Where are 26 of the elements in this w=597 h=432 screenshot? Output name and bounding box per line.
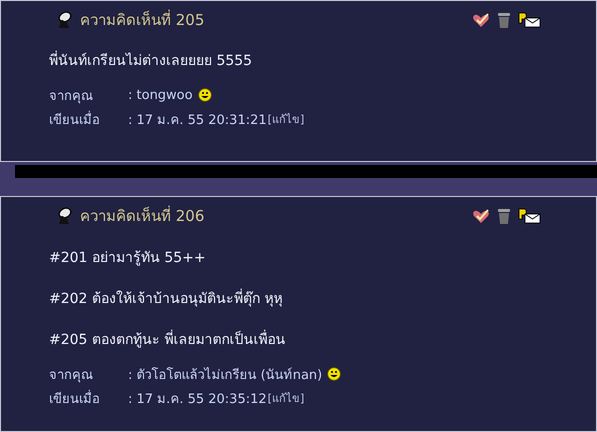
comment-text: #205 ตองตกทู้นะ พี่เลยมาตกเป็นเพื่อน [49, 328, 596, 350]
private-message-icon[interactable] [518, 12, 542, 28]
author-name: : ตัวโอโตแล้วไม่เกรียน (นันท์nan) [128, 366, 322, 384]
user-icon [56, 11, 72, 29]
comment-title: ความคิดเห็นที่ 205 [80, 8, 204, 31]
comment-text: พี่นันท์เกรียนไม่ต่างเลยยยย 5555 [49, 49, 596, 71]
author-label: จากคุณ [49, 366, 94, 384]
smiley-icon [327, 367, 342, 381]
post-date: : 17 ม.ค. 55 20:31:21 [128, 112, 267, 130]
private-message-icon[interactable] [518, 208, 542, 224]
edit-link[interactable]: [แก้ไข] [268, 389, 304, 407]
trash-icon[interactable] [497, 11, 511, 29]
post-date: : 17 ม.ค. 55 20:35:12 [128, 390, 267, 408]
author-name: : tongwoo [128, 88, 193, 102]
heart-check-icon[interactable] [472, 12, 490, 28]
trash-icon[interactable] [497, 207, 511, 225]
comment-text: #202 ต้องให้เจ้าบ้านอนุมัตินะพี่ตุ๊ก หุหุ [49, 287, 596, 309]
date-label: เขียนเมื่อ [49, 110, 101, 130]
comment-title: ความคิดเห็นที่ 206 [80, 204, 204, 227]
author-label: จากคุณ [49, 88, 94, 106]
comment-text: #201 อย่ามารู้ทัน 55++ [49, 249, 207, 268]
heart-check-icon[interactable] [472, 208, 490, 224]
user-icon [56, 207, 72, 225]
edit-link[interactable]: [แก้ไข] [268, 110, 304, 128]
smiley-icon [198, 88, 212, 102]
date-label: เขียนเมื่อ [49, 388, 101, 408]
